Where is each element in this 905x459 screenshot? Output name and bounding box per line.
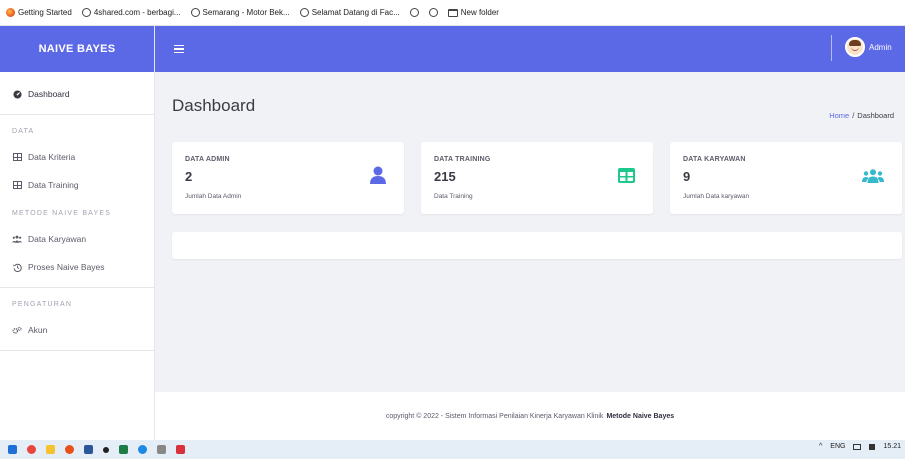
footer-text: copyright © 2022 - Sistem Informasi Peni… (385, 412, 604, 420)
bookmark-new-folder[interactable]: New folder (447, 8, 499, 17)
footer-bold-text: Metode Naive Bayes (606, 412, 675, 420)
user-icon (370, 166, 386, 186)
card-value: 2 (185, 169, 193, 184)
sidebar-heading-metode: METODE NAIVE BAYES (12, 209, 112, 217)
card-subtitle: Jumlah Data Admin (185, 193, 242, 200)
bookmark-globe-2[interactable] (428, 8, 438, 17)
card-data-karyawan: DATA KARYAWAN 9 Jumlah Data karyawan (670, 142, 902, 214)
card-value: 9 (683, 169, 691, 184)
app-icon[interactable] (176, 445, 185, 454)
menu-toggle-icon[interactable] (174, 44, 184, 54)
card-subtitle: Jumlah Data karyawan (683, 193, 750, 200)
vscode-icon[interactable] (138, 445, 147, 454)
breadcrumb-home-link[interactable]: Home (829, 111, 849, 120)
cogs-icon (12, 325, 22, 335)
divider (0, 114, 154, 115)
sidebar-item-data-karyawan[interactable]: Data Karyawan (0, 225, 154, 253)
system-tray: ^ ENG 15.21 (819, 443, 901, 450)
card-data-admin: DATA ADMIN 2 Jumlah Data Admin (172, 142, 404, 214)
dashboard-icon (12, 89, 22, 99)
top-navbar: Admin (155, 26, 905, 72)
bookmark-globe-1[interactable] (409, 8, 419, 17)
users-icon (12, 234, 22, 244)
user-menu[interactable]: Admin (845, 37, 892, 57)
card-title: DATA KARYAWAN (683, 156, 746, 163)
table-icon (12, 152, 22, 162)
sidebar-heading-data: DATA (12, 127, 35, 135)
bookmark-4shared[interactable]: 4shared.com - berbagi... (81, 8, 181, 17)
globe-icon (299, 8, 309, 17)
word-icon[interactable] (84, 445, 93, 454)
brand-logo[interactable]: NAIVE BAYES (0, 26, 154, 72)
card-title: DATA ADMIN (185, 156, 230, 163)
table-icon (618, 168, 635, 185)
app-icon[interactable] (103, 446, 109, 453)
sidebar-item-data-kriteria[interactable]: Data Kriteria (0, 143, 154, 171)
table-icon (12, 180, 22, 190)
bookmark-selamat-datang[interactable]: Selamat Datang di Fac... (299, 8, 400, 17)
divider (0, 350, 154, 351)
excel-icon[interactable] (119, 445, 128, 454)
sidebar-item-data-training[interactable]: Data Training (0, 171, 154, 199)
card-data-training: DATA TRAINING 215 Data Training (421, 142, 653, 214)
windows-start-icon[interactable] (8, 445, 17, 454)
breadcrumb: Home / Dashboard (829, 111, 894, 120)
globe-icon (81, 8, 91, 17)
page-title: Dashboard (172, 96, 256, 115)
navbar-divider (831, 35, 832, 61)
breadcrumb-separator: / (852, 111, 855, 120)
users-icon (862, 169, 884, 185)
sidebar-item-akun[interactable]: Akun (0, 316, 154, 344)
globe-icon (190, 8, 200, 17)
sidebar: NAIVE BAYES Dashboard DATA Data Kriteria… (0, 26, 155, 440)
sidebar-heading-pengaturan: PENGATURAN (12, 300, 73, 308)
card-value: 215 (434, 169, 456, 184)
globe-icon (409, 8, 419, 17)
volume-icon[interactable] (869, 443, 876, 450)
content-panel (172, 232, 902, 259)
avatar (845, 37, 865, 57)
language-indicator[interactable]: ENG (830, 443, 845, 450)
bookmarks-bar: Getting Started 4shared.com - berbagi...… (0, 0, 905, 26)
breadcrumb-current: Dashboard (857, 111, 894, 120)
sidebar-item-proses-naive-bayes[interactable]: Proses Naive Bayes (0, 253, 154, 281)
card-title: DATA TRAINING (434, 156, 491, 163)
chevron-up-icon[interactable]: ^ (819, 443, 822, 450)
divider (0, 287, 154, 288)
app-icon[interactable] (157, 445, 166, 454)
globe-icon (428, 8, 438, 17)
taskbar: ^ ENG 15.21 (0, 440, 905, 459)
card-subtitle: Data Training (434, 193, 473, 200)
footer: copyright © 2022 - Sistem Informasi Peni… (155, 392, 905, 440)
file-explorer-icon[interactable] (46, 445, 55, 454)
history-icon (12, 262, 22, 272)
chrome-icon[interactable] (27, 445, 36, 454)
bookmark-getting-started[interactable]: Getting Started (6, 8, 72, 17)
folder-icon (447, 8, 458, 17)
user-name: Admin (869, 42, 892, 52)
sidebar-item-dashboard[interactable]: Dashboard (0, 80, 154, 108)
firefox-icon[interactable] (65, 445, 74, 454)
firefox-icon (6, 8, 15, 17)
network-icon[interactable] (853, 443, 862, 450)
clock[interactable]: 15.21 (883, 443, 901, 450)
bookmark-semarang[interactable]: Semarang - Motor Bek... (190, 8, 290, 17)
